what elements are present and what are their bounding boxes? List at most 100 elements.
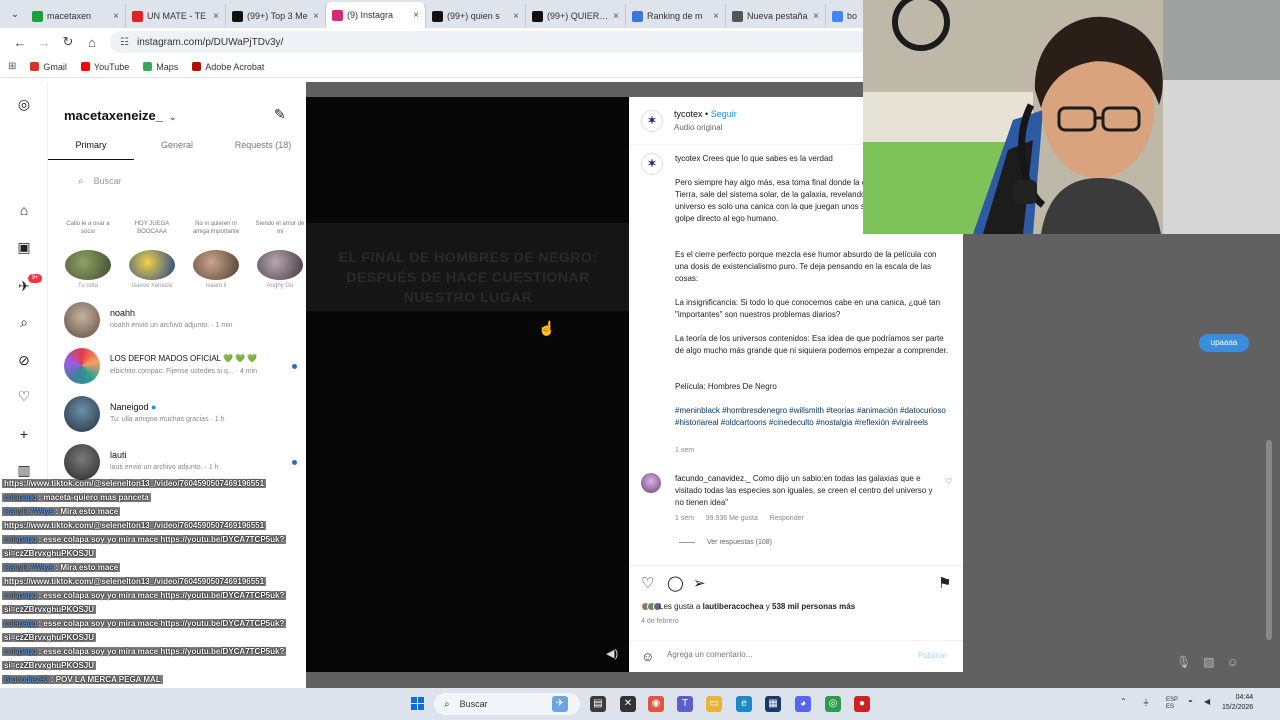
reply-button[interactable]: Responder xyxy=(770,515,804,522)
view-replies-button[interactable]: Ver respuestas (108) xyxy=(679,539,772,546)
bookmark-item[interactable]: Gmail xyxy=(30,62,67,72)
like-heart-icon[interactable]: ♡ xyxy=(641,574,654,592)
store-icon[interactable]: ▦ xyxy=(765,696,781,712)
site-settings-icon[interactable]: ☷ xyxy=(120,37,129,48)
reels-icon[interactable]: ▣ xyxy=(16,239,32,255)
avatar xyxy=(65,250,111,280)
reload-icon[interactable]: ↻ xyxy=(56,34,80,50)
tray-overflow-icon[interactable]: ⌃ xyxy=(1120,697,1127,706)
browser-tab[interactable]: Ranking de m × xyxy=(626,4,726,28)
close-tab-icon[interactable]: × xyxy=(113,11,119,22)
caption-hashtags[interactable]: #meninblack #hombresdenegro #willsmith #… xyxy=(675,405,951,429)
back-arrow-icon[interactable]: ← xyxy=(8,35,32,50)
view-replies-label: Ver respuestas (108) xyxy=(707,539,772,546)
network-icon[interactable]: ◓ xyxy=(1188,697,1193,706)
discord-icon[interactable]: ◕ xyxy=(795,696,811,712)
scrollbar[interactable] xyxy=(1266,440,1272,640)
forward-arrow-icon[interactable]: → xyxy=(32,35,56,50)
tab-requests[interactable]: Requests (18) xyxy=(220,136,306,160)
comment-bubble-icon[interactable]: ◯ xyxy=(667,574,684,592)
audio-label[interactable]: Audio original xyxy=(674,123,722,132)
close-tab-icon[interactable]: × xyxy=(813,11,819,22)
note-item[interactable]: HOY JUEGA BOOCAAA Gavoo Xeneize xyxy=(124,220,180,289)
file-icon[interactable]: ▤ xyxy=(590,696,606,712)
caption-username[interactable]: tycotex xyxy=(675,154,700,163)
account-switcher[interactable]: macetaxeneize_ ⌄ xyxy=(64,108,177,123)
instagram-logo-icon[interactable]: ◎ xyxy=(16,96,32,112)
bookmark-item[interactable]: Maps xyxy=(143,62,178,72)
close-tab-icon[interactable]: × xyxy=(713,11,719,22)
windows-start-icon[interactable] xyxy=(411,697,425,711)
obs-icon[interactable]: ● xyxy=(854,696,870,712)
close-tab-icon[interactable]: × xyxy=(513,11,519,22)
share-send-icon[interactable]: ➢ xyxy=(693,574,706,592)
bookmark-item[interactable]: Adobe Acrobat xyxy=(192,62,264,72)
browser-tab[interactable]: (99+) QUIEREM × xyxy=(526,4,626,28)
explore-icon[interactable]: ⊘ xyxy=(16,352,32,368)
search-icon[interactable]: ⌕ xyxy=(16,314,32,330)
new-message-icon[interactable]: ✎ xyxy=(274,106,286,123)
bookmark-icon[interactable]: ⚑ xyxy=(938,574,951,592)
capcut-icon[interactable]: ✕ xyxy=(620,696,636,712)
system-clock[interactable]: 04:44 15/2/2026 xyxy=(1222,693,1253,713)
chat-message: colapaqq: maceta-quiero mas pancetа xyxy=(2,493,151,502)
dm-search[interactable]: ⌕ Buscar xyxy=(78,172,288,190)
note-item[interactable]: Callo ie a ovar a socio Tu nota xyxy=(60,220,116,289)
emoji-icon[interactable]: ☺ xyxy=(641,649,654,664)
note-item[interactable]: No vi quieren ni amiga importante Isaam … xyxy=(188,220,244,289)
note-item[interactable]: Siendo el amor de mi Anghy Gu xyxy=(252,220,308,289)
verified-badge-icon: ● xyxy=(151,402,157,412)
audio-toggle-icon[interactable]: ◀) xyxy=(606,647,618,660)
close-tab-icon[interactable]: × xyxy=(413,10,419,21)
comment-input[interactable] xyxy=(667,650,897,659)
browser-tab[interactable]: (99+) Top 3 Me × xyxy=(226,4,326,28)
commenter-username[interactable]: facundo_canavidez._ xyxy=(675,474,751,483)
publish-button[interactable]: Publicar xyxy=(918,651,947,660)
volume-icon[interactable]: ◀ xyxy=(1204,697,1210,706)
bookmark-item[interactable]: YouTube xyxy=(80,62,129,72)
language-indicator[interactable]: ESP ES xyxy=(1166,697,1178,711)
folder-icon[interactable]: ▭ xyxy=(706,696,722,712)
browser-tab[interactable]: (99+) quien s × xyxy=(426,4,526,28)
usb-icon[interactable]: ⏚ xyxy=(1142,697,1150,708)
caption-avatar[interactable]: ✶ xyxy=(641,153,663,175)
browser-tab[interactable]: macetaxen × xyxy=(26,4,126,28)
tab-list-chevron-icon[interactable]: ⌄ xyxy=(4,9,26,20)
likes-connector: y xyxy=(765,602,770,611)
likes-user[interactable]: lautiberacochea xyxy=(703,602,764,611)
apps-grid-icon[interactable]: ⊞ xyxy=(8,61,16,72)
browser-tab[interactable]: (9) Instagra × xyxy=(326,2,426,28)
author-avatar[interactable]: ✶ xyxy=(641,110,663,132)
teams-icon[interactable]: T xyxy=(677,696,693,712)
home-icon[interactable]: ⌂ xyxy=(80,35,104,50)
image-icon[interactable]: ▨ xyxy=(1203,655,1214,669)
sticker-icon[interactable]: ☺ xyxy=(1227,655,1239,669)
chrome-icon[interactable]: ◎ xyxy=(825,696,841,712)
create-plus-icon[interactable]: + xyxy=(16,426,32,442)
reel-video[interactable]: EL FINAL DE HOMBRES DE NEGRO: DESPUÉS DE… xyxy=(306,97,629,672)
heart-icon[interactable]: ♡ xyxy=(16,388,32,404)
address-bar[interactable]: ☷ instagram.com/p/DUWaPjTDv3y/ xyxy=(110,31,870,53)
conversation-item[interactable]: LOS DEFOR MADOS OFICIAL 💚 💚 💚 elbichito.… xyxy=(64,348,304,388)
comment-like-icon[interactable]: ♡ xyxy=(945,477,952,486)
follow-button[interactable]: Seguir xyxy=(711,109,737,119)
conversation-item[interactable]: noahh noahh envió un archivo adjunto. · … xyxy=(64,302,304,342)
comment-likes[interactable]: 99.936 Me gusta xyxy=(706,515,758,522)
author-username[interactable]: tycotex xyxy=(674,109,703,119)
edge-icon[interactable]: e xyxy=(736,696,752,712)
browser-tab[interactable]: UN MATE - TE × xyxy=(126,4,226,28)
color-app-icon[interactable]: ◉ xyxy=(648,696,664,712)
tab-general[interactable]: General xyxy=(134,136,220,160)
likes-others[interactable]: 538 mil personas más xyxy=(772,602,855,611)
conversation-item[interactable]: Naneigod ● Tu: ulla amigoo muchas gracia… xyxy=(64,396,304,436)
taskbar-app-icon[interactable]: ✈ xyxy=(552,696,568,712)
home-icon[interactable]: ⌂ xyxy=(16,202,32,218)
close-tab-icon[interactable]: × xyxy=(613,11,619,22)
likes-summary[interactable]: Les gusta a lautiberacochea y 538 mil pe… xyxy=(641,602,855,611)
close-tab-icon[interactable]: × xyxy=(313,11,319,22)
close-tab-icon[interactable]: × xyxy=(213,11,219,22)
browser-tab[interactable]: Nueva pestaña × xyxy=(726,4,826,28)
microphone-icon[interactable]: 🎙 xyxy=(1176,655,1191,669)
tab-primary[interactable]: Primary xyxy=(48,136,134,160)
commenter-avatar[interactable] xyxy=(641,473,661,493)
